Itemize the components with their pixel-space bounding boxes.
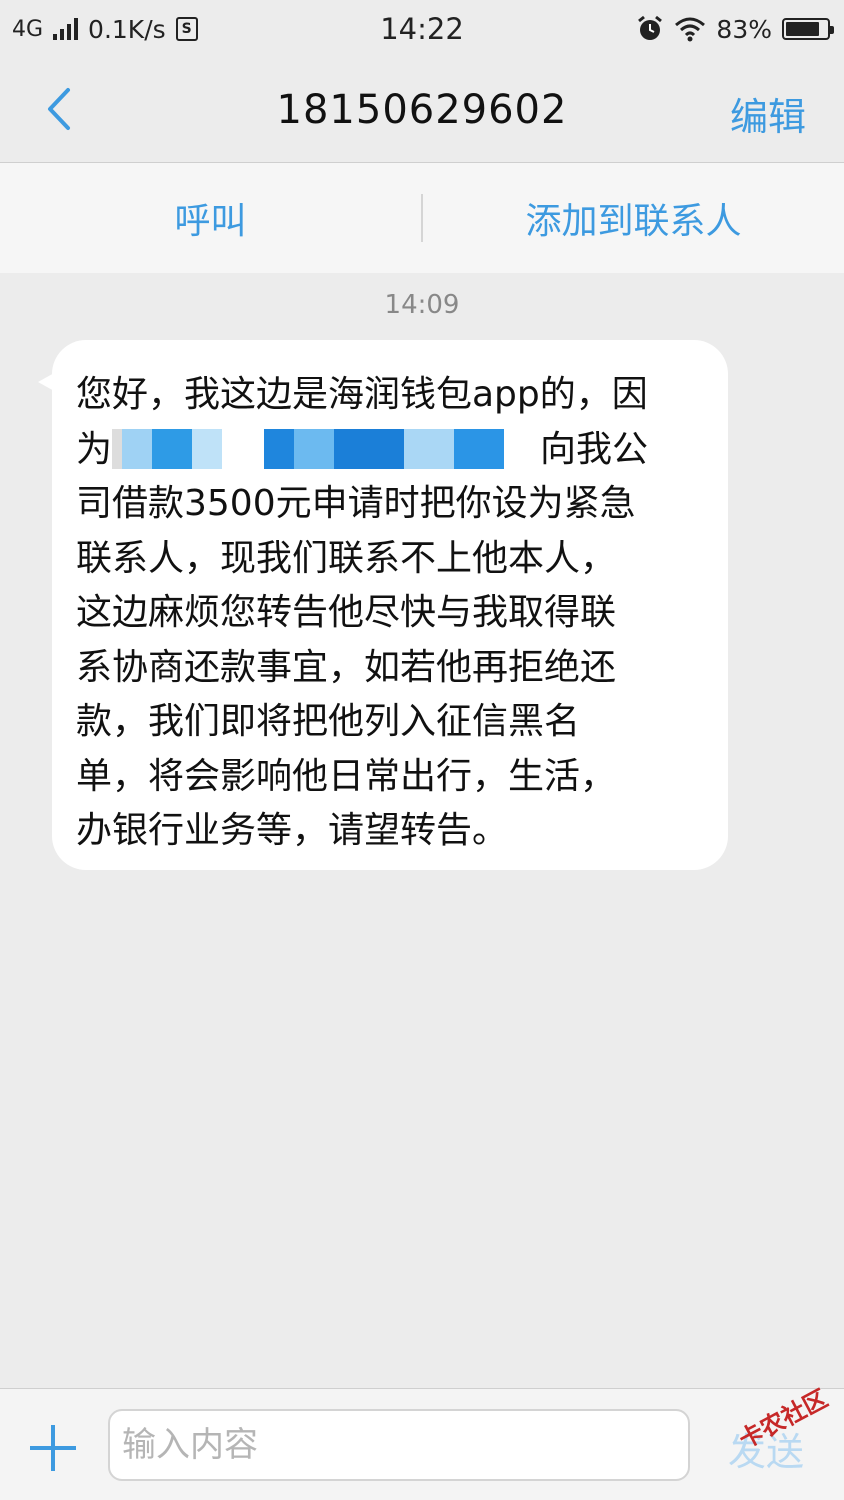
message-input[interactable]	[108, 1409, 690, 1481]
add-attachment-icon[interactable]	[30, 1425, 76, 1471]
message-line: 办银行业务等，请望转告。	[76, 810, 509, 851]
message-line: 司借款3500元申请时把你设为紧急	[76, 483, 636, 524]
message-composer: 发送	[0, 1389, 844, 1500]
status-right: 83%	[636, 15, 844, 44]
sim-s-icon: S	[175, 17, 198, 41]
message-line: 这边麻烦您转告他尽快与我取得联	[76, 592, 617, 633]
message-line: 您好，我这边是海润钱包app的，因	[76, 374, 648, 415]
battery-percent: 83%	[716, 14, 772, 44]
status-bar: 4G 0.1K/s S 14:22 83%	[0, 0, 844, 58]
message-line-redacted: 为 向我公	[76, 423, 704, 478]
wifi-icon	[675, 17, 706, 42]
call-button[interactable]: 呼叫	[0, 192, 421, 244]
message-line: 系协商还款事宜，如若他再拒绝还	[76, 646, 617, 688]
network-type: 4G	[12, 16, 44, 42]
add-contact-button[interactable]: 添加到联系人	[423, 192, 844, 244]
battery-icon	[782, 18, 834, 40]
alarm-icon	[638, 15, 663, 40]
redacted-name-block	[112, 428, 223, 469]
status-left: 4G 0.1K/s S	[0, 15, 198, 44]
contact-number-title: 18150629602	[276, 87, 568, 133]
edit-button[interactable]: 编辑	[730, 86, 806, 141]
message-bubble[interactable]: 您好，我这边是海润钱包app的，因 为 向我公 司借款3500元申请时把你设为紧急…	[52, 340, 728, 870]
message-line: 联系人，现我们联系不上他本人，	[76, 537, 617, 579]
message-line: 单，将会影响他日常出行，生活，	[76, 755, 617, 797]
network-speed: 0.1K/s	[88, 14, 166, 44]
signal-icon	[53, 18, 79, 40]
message-fragment: 向我公	[540, 428, 649, 470]
battery-level	[786, 22, 820, 36]
message-timestamp: 14:09	[384, 290, 460, 320]
message-line: 款，我们即将把他列入征信黑名	[76, 701, 581, 742]
back-icon[interactable]	[40, 84, 80, 134]
message-fragment: 为	[76, 428, 113, 470]
conversation-header: 18150629602 编辑	[0, 58, 844, 162]
contact-action-bar: 呼叫 添加到联系人	[0, 163, 844, 273]
redacted-id-block	[264, 428, 505, 469]
